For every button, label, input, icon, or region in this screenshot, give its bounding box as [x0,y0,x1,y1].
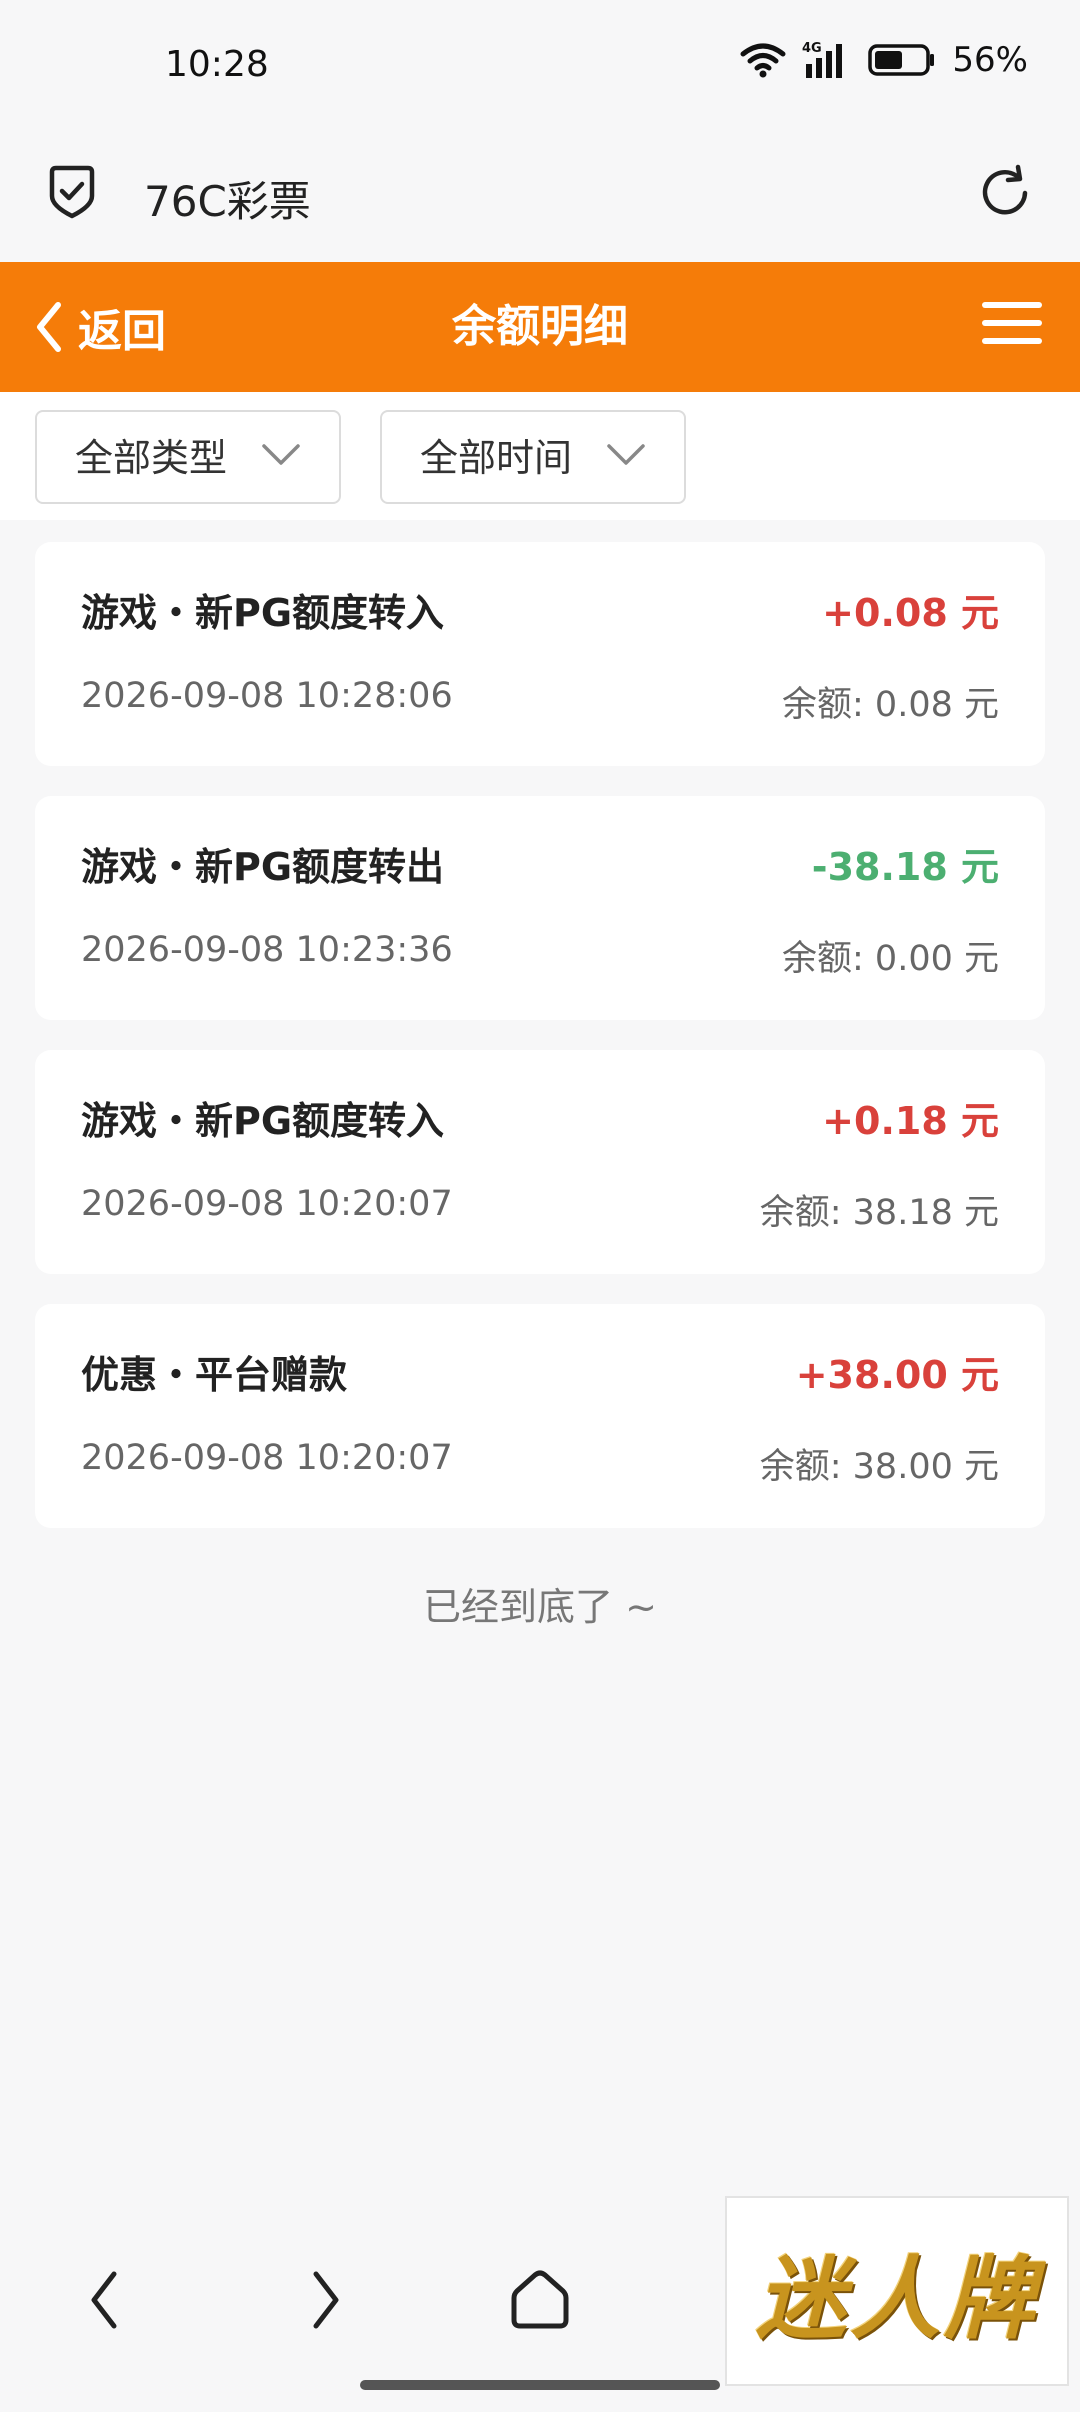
transaction-card[interactable]: 游戏・新PG额度转入 +0.18 元 2026-09-08 10:20:07 余… [35,1050,1045,1274]
transaction-balance: 余额: 0.00 元 [782,939,999,979]
transaction-title: 游戏・新PG额度转入 [81,591,445,635]
browser-title: 76C彩票 [144,177,311,226]
wifi-icon [740,43,786,78]
cellular-signal-icon: 4G [802,41,843,78]
transaction-datetime: 2026-09-08 10:20:07 [81,1184,453,1224]
status-time: 10:28 [165,44,269,85]
home-indicator[interactable] [360,2380,720,2390]
network-type-label: 4G [802,41,822,56]
transaction-amount: +0.08 元 [822,591,999,635]
browser-bar: 76C彩票 [0,140,1080,262]
ad-logo-text: 迷人牌 [756,2246,1038,2352]
transaction-balance: 余额: 0.08 元 [782,685,999,725]
nav-back-icon[interactable] [66,2260,146,2340]
transaction-amount: +0.18 元 [822,1099,999,1143]
back-label: 返回 [78,306,166,357]
transaction-card[interactable]: 游戏・新PG额度转入 +0.08 元 2026-09-08 10:28:06 余… [35,542,1045,766]
time-filter-dropdown[interactable]: 全部时间 [380,410,686,504]
transaction-datetime: 2026-09-08 10:28:06 [81,676,453,716]
page-header: 余额明细 返回 [0,262,1080,392]
end-of-list-text: 已经到底了 ~ [423,1585,657,1629]
back-button[interactable]: 返回 [34,262,166,392]
battery-icon [868,44,935,76]
transaction-balance: 余额: 38.00 元 [759,1447,999,1487]
transaction-datetime: 2026-09-08 10:23:36 [81,930,453,970]
transaction-title: 优惠・平台赠款 [81,1353,348,1397]
transaction-amount: -38.18 元 [811,845,999,889]
transaction-card[interactable]: 游戏・新PG额度转出 -38.18 元 2026-09-08 10:23:36 … [35,796,1045,1020]
chevron-down-icon [607,444,645,465]
type-filter-dropdown[interactable]: 全部类型 [35,410,341,504]
nav-home-icon[interactable] [500,2260,580,2340]
menu-icon[interactable] [982,302,1042,352]
transaction-title: 游戏・新PG额度转入 [81,1099,445,1143]
transaction-card[interactable]: 优惠・平台赠款 +38.00 元 2026-09-08 10:20:07 余额:… [35,1304,1045,1528]
ad-banner[interactable]: 迷人牌 [725,2196,1069,2386]
transaction-datetime: 2026-09-08 10:20:07 [81,1438,453,1478]
transaction-amount: +38.00 元 [795,1353,999,1397]
shield-check-icon[interactable] [42,162,102,222]
transaction-balance: 余额: 38.18 元 [759,1193,999,1233]
reload-icon[interactable] [974,162,1036,224]
battery-percent: 56% [952,40,1028,80]
nav-forward-icon[interactable] [284,2260,364,2340]
transaction-title: 游戏・新PG额度转出 [81,845,445,889]
filter-bar: 全部类型 全部时间 [0,392,1080,520]
chevron-left-icon [37,302,61,352]
status-bar: 10:28 4G 56% [0,0,1080,140]
status-icons: 4G 56% [740,40,1028,80]
time-filter-label: 全部时间 [420,436,573,480]
transaction-list: 游戏・新PG额度转入 +0.08 元 2026-09-08 10:28:06 余… [35,542,1045,1558]
chevron-down-icon [262,444,300,465]
type-filter-label: 全部类型 [75,436,228,480]
